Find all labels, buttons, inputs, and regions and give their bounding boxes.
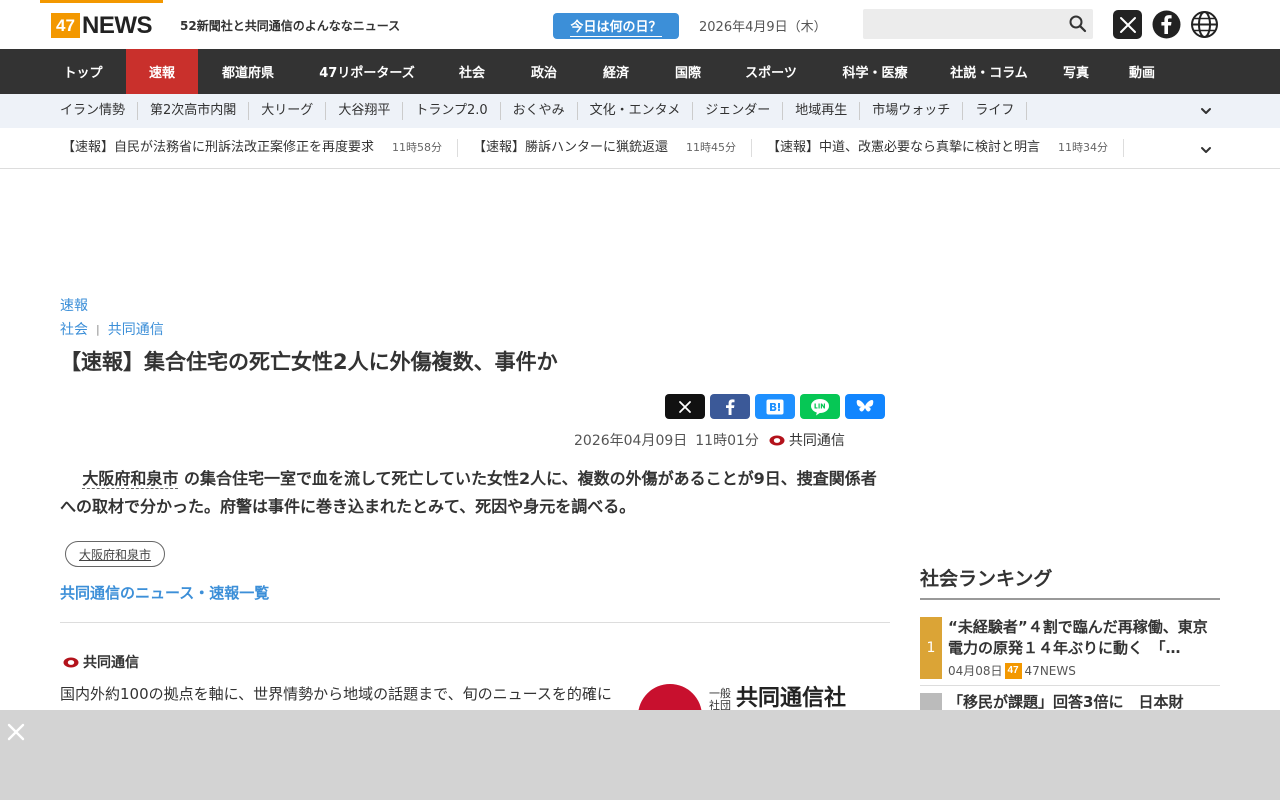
nav-item-47reporters[interactable]: 47リポーターズ bbox=[298, 49, 436, 94]
search-icon[interactable] bbox=[1068, 14, 1088, 34]
article-time: 11時01分 bbox=[695, 433, 759, 449]
kyodo-news-list-link[interactable]: 共同通信のニュース・速報一覧 bbox=[60, 582, 269, 603]
article-date: 2026年04月09日 bbox=[574, 433, 688, 449]
facebook-f-icon bbox=[726, 398, 735, 415]
share-hatena-bookmark-button[interactable] bbox=[755, 394, 795, 419]
site-header: 47 NEWS 52新聞社と共同通信のよんななニュース 今日は何の日？ 2026… bbox=[0, 0, 1280, 49]
article-meta: 2026年04月09日 11時01分 共同通信 bbox=[574, 430, 845, 450]
subnav-item[interactable]: トランプ2.0 bbox=[403, 102, 501, 120]
subnav-item[interactable]: 大谷翔平 bbox=[326, 102, 404, 120]
ranking-date: 04月08日 bbox=[948, 664, 1003, 678]
today-button-label: 今日は何の日？ bbox=[570, 16, 662, 37]
ranking-meta: 04月08日 47 47NEWS bbox=[948, 662, 1076, 679]
article-source: 共同通信 bbox=[788, 433, 845, 449]
logo-number: 47 bbox=[51, 13, 80, 38]
ranking-title: 社会ランキング bbox=[920, 568, 1053, 590]
nav-item-politics[interactable]: 政治 bbox=[508, 49, 580, 94]
ticker-expand-chevron-icon[interactable] bbox=[1199, 143, 1213, 157]
kyodo-mark-icon bbox=[63, 657, 79, 667]
x-share-icon[interactable] bbox=[1113, 10, 1142, 39]
ranking-item[interactable]: 1 “未経験者”４割で臨んだ再稼働、東京電力の原発１４年ぶりに動く 「… 04月… bbox=[920, 617, 1220, 679]
ranking-47-badge: 47 bbox=[1004, 662, 1022, 679]
site-tagline: 52新聞社と共同通信のよんななニュース bbox=[180, 19, 401, 33]
ticker-headline: 【速報】中道、改憲必要なら真摯に検討と明言 bbox=[767, 140, 1041, 155]
subnav-item[interactable]: 第2次高市内閣 bbox=[138, 102, 250, 120]
breaking-news-ticker: 【速報】自民が法務省に刑訴法改正案修正を再度要求 11時58分 【速報】勝訴ハン… bbox=[0, 128, 1280, 169]
logo-word: NEWS bbox=[82, 12, 153, 39]
source-box-name: 共同通信 bbox=[83, 655, 139, 671]
category-separator: | bbox=[96, 322, 100, 336]
nav-item-economy[interactable]: 経済 bbox=[580, 49, 652, 94]
ticker-time: 11時58分 bbox=[392, 141, 443, 154]
nav-item-international[interactable]: 国際 bbox=[652, 49, 724, 94]
nav-item-videos[interactable]: 動画 bbox=[1106, 49, 1178, 94]
article-categories: 社会 | 共同通信 bbox=[60, 319, 164, 339]
header-date: 2026年4月9日（木） bbox=[699, 20, 827, 35]
category-link-kyodo[interactable]: 共同通信 bbox=[108, 319, 164, 339]
article-body-text: の集合住宅一室で血を流して死亡していた女性2人に、複数の外傷があることが9日、捜… bbox=[60, 469, 877, 516]
subnav-item[interactable]: おくやみ bbox=[501, 102, 578, 120]
facebook-icon[interactable] bbox=[1152, 10, 1181, 39]
share-line-button[interactable] bbox=[800, 394, 840, 419]
hatena-bookmark-icon bbox=[766, 399, 784, 414]
nav-item-photos[interactable]: 写真 bbox=[1046, 49, 1106, 94]
nav-item-breaking[interactable]: 速報 bbox=[126, 49, 198, 94]
nav-item-editorial-column[interactable]: 社説・コラム bbox=[932, 49, 1046, 94]
section-divider bbox=[60, 622, 890, 623]
topic-subnav: イラン情勢 第2次高市内閣 大リーグ 大谷翔平 トランプ2.0 おくやみ 文化・… bbox=[0, 94, 1280, 128]
ranking-number: 1 bbox=[920, 617, 942, 679]
site-logo[interactable]: 47 NEWS bbox=[51, 12, 153, 39]
tag-chip-izumi[interactable]: 大阪府和泉市 bbox=[65, 541, 165, 567]
ticker-item[interactable]: 【速報】自民が法務省に刑訴法改正案修正を再度要求 11時58分 bbox=[62, 139, 459, 157]
source-box-header: 共同通信 bbox=[63, 652, 139, 672]
category-link-society[interactable]: 社会 bbox=[60, 319, 88, 339]
article-label-breaking[interactable]: 速報 bbox=[60, 295, 88, 315]
ranking-divider bbox=[920, 685, 1220, 686]
nav-item-sports[interactable]: スポーツ bbox=[724, 49, 818, 94]
bottom-ad-overlay bbox=[0, 710, 1280, 800]
ranking-number: 2 bbox=[920, 693, 942, 710]
ranking-headline: 「移民が課題」回答3倍に 日本財 bbox=[948, 693, 1184, 710]
x-logo-icon bbox=[679, 400, 691, 413]
ticker-item[interactable]: 【速報】勝訴ハンターに猟銃返還 11時45分 bbox=[473, 139, 753, 157]
subnav-item[interactable]: イラン情勢 bbox=[48, 102, 139, 120]
subnav-item[interactable]: 地域再生 bbox=[783, 102, 861, 120]
ranking-title-underline bbox=[920, 598, 1220, 600]
ranking-headline: “未経験者”４割で臨んだ再稼働、東京電力の原発１４年ぶりに動く 「… bbox=[948, 618, 1208, 657]
subnav-expand-chevron-icon[interactable] bbox=[1199, 104, 1213, 118]
nav-item-top[interactable]: トップ bbox=[40, 49, 126, 94]
ticker-item[interactable]: 【速報】中道、改憲必要なら真摯に検討と明言 11時34分 bbox=[767, 139, 1125, 157]
nav-item-science-medical[interactable]: 科学・医療 bbox=[818, 49, 932, 94]
subnav-item[interactable]: 文化・エンタメ bbox=[578, 102, 694, 120]
x-logo-icon bbox=[1119, 16, 1136, 33]
ticker-headline: 【速報】勝訴ハンターに猟銃返還 bbox=[473, 140, 669, 155]
language-globe-icon[interactable] bbox=[1190, 10, 1219, 39]
ticker-time: 11時45分 bbox=[686, 141, 737, 154]
line-icon bbox=[811, 398, 829, 415]
subnav-item[interactable]: 大リーグ bbox=[249, 102, 327, 120]
ranking-source: 47NEWS bbox=[1024, 663, 1076, 678]
article-body: 大阪府和泉市 の集合住宅一室で血を流して死亡していた女性2人に、複数の外傷がある… bbox=[60, 465, 890, 521]
ticker-time: 11時34分 bbox=[1058, 141, 1109, 154]
share-facebook-button[interactable] bbox=[710, 394, 750, 419]
subnav-item[interactable]: 市場ウォッチ bbox=[860, 102, 964, 120]
main-nav: トップ 速報 都道府県 47リポーターズ 社会 政治 経済 国際 スポーツ 科学… bbox=[0, 49, 1280, 94]
place-link[interactable]: 大阪府和泉市 bbox=[82, 469, 179, 489]
subnav-item[interactable]: ライフ bbox=[963, 102, 1028, 120]
nav-item-society[interactable]: 社会 bbox=[436, 49, 508, 94]
logo-accent-bar bbox=[40, 0, 163, 3]
kyodo-mark-icon bbox=[769, 435, 785, 445]
bluesky-butterfly-icon bbox=[856, 399, 874, 411]
share-x-button[interactable] bbox=[665, 394, 705, 419]
nav-item-prefectures[interactable]: 都道府県 bbox=[198, 49, 298, 94]
today-in-history-button[interactable]: 今日は何の日？ bbox=[553, 13, 679, 39]
search-input[interactable] bbox=[863, 9, 1093, 39]
share-buttons bbox=[665, 394, 885, 419]
subnav-item[interactable]: ジェンダー bbox=[693, 102, 784, 120]
article-title: 【速報】集合住宅の死亡女性2人に外傷複数、事件か bbox=[60, 350, 558, 374]
ranking-item[interactable]: 2 「移民が課題」回答3倍に 日本財 bbox=[920, 693, 1220, 710]
close-icon[interactable] bbox=[6, 722, 26, 742]
ticker-headline: 【速報】自民が法務省に刑訴法改正案修正を再度要求 bbox=[62, 140, 375, 155]
share-bluesky-button[interactable] bbox=[845, 394, 885, 419]
